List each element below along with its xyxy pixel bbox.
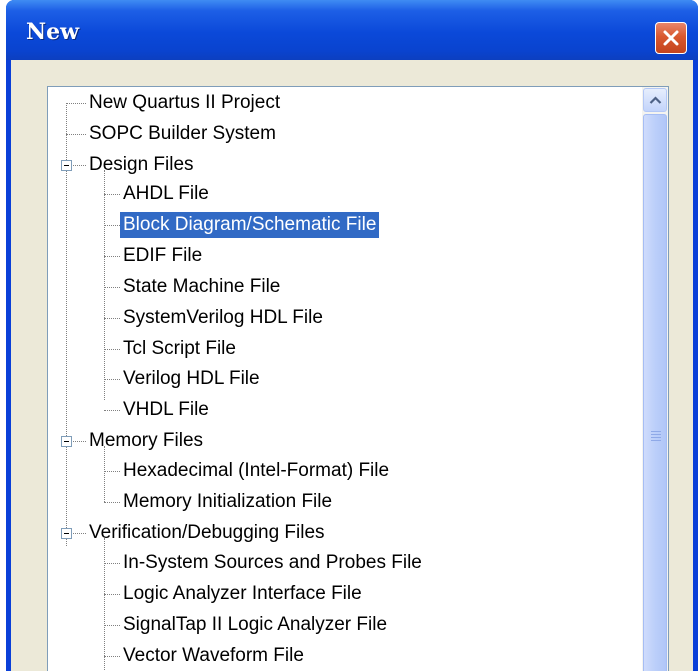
tree-item-sopc-builder-system[interactable]: SOPC Builder System	[86, 121, 279, 147]
tree-group-verification-debugging-files[interactable]: Verification/Debugging Files	[86, 520, 328, 546]
tree-connector	[104, 287, 120, 288]
tree-item-vhdl-file[interactable]: VHDL File	[120, 397, 212, 423]
tree-item-block-diagram-schematic-file[interactable]: Block Diagram/Schematic File	[120, 212, 380, 238]
tree-connector	[104, 625, 120, 626]
tree-item-in-system-sources-probes-file[interactable]: In-System Sources and Probes File	[120, 550, 425, 576]
scroll-up-arrow-icon	[649, 96, 662, 104]
close-button[interactable]	[655, 22, 687, 54]
vertical-scrollbar[interactable]	[642, 87, 668, 671]
close-icon	[663, 30, 679, 46]
tree-item-signaltap-ii-file[interactable]: SignalTap II Logic Analyzer File	[120, 612, 390, 638]
tree-connector	[104, 594, 120, 595]
tree-connector	[104, 194, 120, 195]
collapse-icon[interactable]	[61, 436, 72, 447]
tree-connector	[104, 502, 120, 503]
tree-connector	[104, 446, 105, 502]
scroll-grip-icon	[651, 431, 661, 443]
tree-connector	[104, 471, 120, 472]
scroll-up-button[interactable]	[643, 88, 667, 112]
tree-connector	[104, 538, 105, 671]
tree-connector	[104, 170, 105, 400]
collapse-icon[interactable]	[61, 160, 72, 171]
tree-connector	[104, 225, 120, 226]
tree-item-state-machine-file[interactable]: State Machine File	[120, 274, 283, 300]
tree-connector	[66, 134, 86, 135]
tree-connector	[104, 318, 120, 319]
tree-item-memory-initialization-file[interactable]: Memory Initialization File	[120, 489, 335, 515]
tree-connector	[66, 103, 86, 104]
tree-group-design-files[interactable]: Design Files	[86, 152, 197, 178]
tree-item-verilog-hdl-file[interactable]: Verilog HDL File	[120, 366, 263, 392]
tree-connector	[104, 379, 120, 380]
tree-item-edif-file[interactable]: EDIF File	[120, 243, 205, 269]
tree-item-vector-waveform-file[interactable]: Vector Waveform File	[120, 643, 307, 669]
collapse-icon[interactable]	[61, 528, 72, 539]
tree-connector	[104, 349, 120, 350]
window-title: New	[26, 19, 80, 45]
tree-item-hexadecimal-file[interactable]: Hexadecimal (Intel-Format) File	[120, 458, 392, 484]
title-bar[interactable]: New	[6, 0, 698, 60]
file-type-tree[interactable]: New Quartus II Project SOPC Builder Syst…	[47, 86, 669, 671]
tree-connector	[104, 410, 120, 411]
tree-item-systemverilog-hdl-file[interactable]: SystemVerilog HDL File	[120, 305, 326, 331]
dialog-body: New Quartus II Project SOPC Builder Syst…	[11, 60, 693, 671]
tree-item-new-quartus-project[interactable]: New Quartus II Project	[86, 90, 283, 116]
scroll-thumb[interactable]	[643, 114, 667, 671]
tree-item-logic-analyzer-interface-file[interactable]: Logic Analyzer Interface File	[120, 581, 365, 607]
tree-item-tcl-script-file[interactable]: Tcl Script File	[120, 336, 239, 362]
tree-connector	[104, 256, 120, 257]
new-dialog: New New Quartus II Project SOPC Builder …	[6, 0, 698, 671]
tree-connector	[104, 656, 120, 657]
tree-connector	[104, 563, 120, 564]
tree-view: New Quartus II Project SOPC Builder Syst…	[48, 87, 642, 671]
tree-item-ahdl-file[interactable]: AHDL File	[120, 181, 212, 207]
